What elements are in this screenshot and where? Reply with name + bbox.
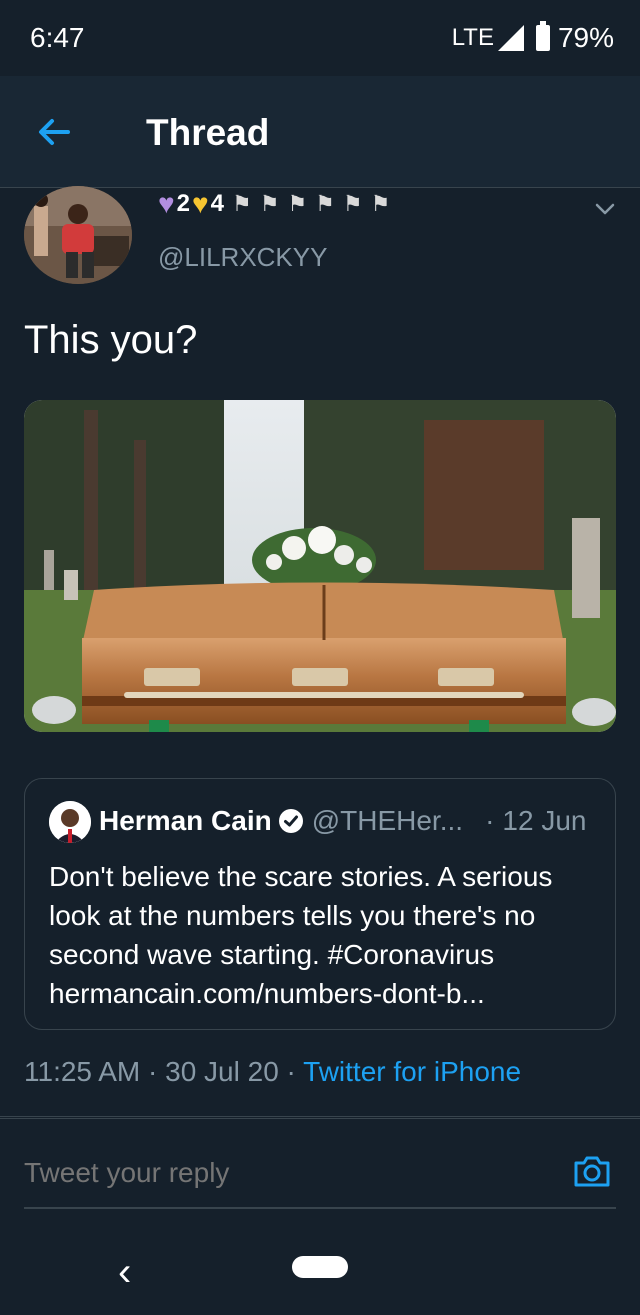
avatar[interactable] — [24, 186, 132, 284]
tweet-time: 11:25 AM — [24, 1056, 141, 1087]
quote-text: Don't believe the scare stories. A serio… — [49, 861, 553, 1009]
page-title: Thread — [146, 112, 270, 153]
user-handle[interactable]: @LILRXCKYY — [158, 242, 327, 273]
battery-level: 79% — [557, 22, 614, 53]
status-bar: 6:47 LTE 79% — [0, 0, 640, 76]
nav-back-icon[interactable]: ‹ — [118, 1250, 131, 1295]
network-label: LTE — [451, 24, 494, 51]
purple-heart-icon: ♥ — [158, 188, 175, 219]
checkered-flag-icon: ⚑ — [259, 191, 280, 216]
battery-icon — [535, 21, 550, 51]
reply-bar — [0, 1118, 640, 1228]
camera-icon[interactable] — [570, 1149, 614, 1193]
yellow-heart-icon: ♥ — [191, 188, 209, 219]
separator-dot: · — [148, 1056, 166, 1087]
quote-tweet[interactable]: Herman Cain @THEHer... · 12 Jun Don't be… — [24, 778, 616, 1030]
status-time: 6:47 — [30, 22, 85, 53]
tweet-text: This you? — [24, 318, 198, 362]
display-name-count: 4 — [210, 190, 224, 217]
divider — [0, 1116, 640, 1117]
back-arrow-icon[interactable] — [34, 112, 74, 152]
tweet-date: 30 Jul 20 — [165, 1056, 279, 1087]
system-nav-bar: ‹ — [0, 1228, 640, 1315]
checkered-flag-icon: ⚑ — [231, 191, 252, 216]
quote-date: 12 Jun — [502, 805, 587, 836]
avatar — [49, 801, 91, 843]
separator-dot: · — [286, 1056, 304, 1087]
quote-author-handle: @THEHer... — [311, 805, 464, 836]
tweet-source-link[interactable]: Twitter for iPhone — [303, 1056, 521, 1087]
chevron-down-icon[interactable] — [592, 196, 618, 222]
quote-header: Herman Cain @THEHer... · 12 Jun — [99, 805, 586, 837]
nav-home-button[interactable] — [292, 1256, 348, 1278]
verified-badge-icon — [278, 809, 303, 833]
display-name: ♥ 2 ♥ 4 ⚑ ⚑ ⚑ ⚑ ⚑ ⚑ — [158, 190, 390, 218]
status-indicators: LTE 79% — [451, 21, 614, 54]
reply-input[interactable] — [24, 1153, 544, 1193]
checkered-flag-icon: ⚑ — [370, 191, 391, 216]
signal-icon — [497, 25, 524, 51]
checkered-flag-icon: ⚑ — [315, 191, 335, 216]
separator-dot: · — [485, 805, 495, 836]
quote-author-name: Herman Cain — [99, 805, 272, 836]
reply-underline — [24, 1207, 616, 1209]
app-header: Thread — [0, 76, 640, 188]
checkered-flag-icon: ⚑ — [342, 191, 363, 216]
tweet-photo[interactable] — [24, 400, 616, 732]
checkered-flag-icon: ⚑ — [287, 191, 308, 216]
display-name-count: 2 — [176, 190, 190, 217]
tweet-meta: 11:25 AM · 30 Jul 20 · Twitter for iPhon… — [24, 1056, 521, 1088]
